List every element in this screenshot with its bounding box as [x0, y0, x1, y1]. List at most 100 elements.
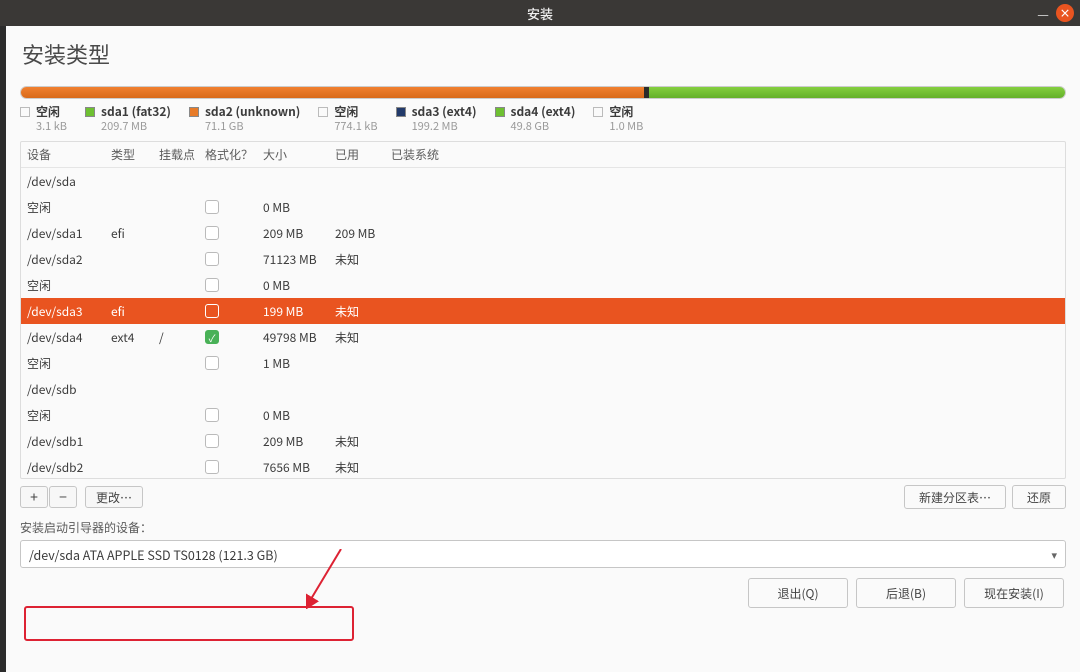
partition-row[interactable]: 空闲0 MB	[21, 402, 1065, 428]
legend-swatch-icon	[593, 107, 603, 117]
cell-device: 空闲	[27, 277, 111, 294]
cell-used: 未知	[335, 433, 391, 450]
legend-label: sda1 (fat32)	[101, 105, 171, 119]
quit-button[interactable]: 退出(Q)	[748, 578, 848, 608]
legend-swatch-icon	[396, 107, 406, 117]
chevron-down-icon: ▾	[1051, 547, 1057, 563]
format-checkbox[interactable]	[205, 434, 219, 448]
partition-toolbar: + − 更改… 新建分区表… 还原	[20, 485, 1066, 509]
cell-format	[205, 278, 263, 292]
legend-item: sda3 (ext4)199.2 MB	[396, 105, 477, 133]
content-area: 安装类型 空闲3.1 kBsda1 (fat32)209.7 MBsda2 (u…	[6, 26, 1080, 672]
col-device[interactable]: 设备	[27, 146, 111, 163]
cell-size: 0 MB	[263, 199, 335, 216]
install-button[interactable]: 现在安装(I)	[964, 578, 1064, 608]
legend-label: sda3 (ext4)	[412, 105, 477, 119]
cell-format: ✓	[205, 330, 263, 344]
legend-label: 空闲	[36, 105, 67, 119]
format-checkbox[interactable]	[205, 460, 219, 474]
change-button[interactable]: 更改…	[85, 486, 143, 508]
cell-device: /dev/sdb	[27, 381, 111, 398]
cell-size: 209 MB	[263, 433, 335, 450]
legend-item: sda4 (ext4)49.8 GB	[495, 105, 576, 133]
titlebar[interactable]: 安装 — ×	[0, 0, 1080, 26]
cell-device: 空闲	[27, 199, 111, 216]
window-title: 安装	[527, 4, 553, 23]
bootloader-label: 安装启动引导器的设备：	[20, 519, 1066, 536]
cell-mount: /	[159, 329, 205, 346]
cell-format	[205, 434, 263, 448]
cell-device: /dev/sda	[27, 173, 111, 190]
partition-row[interactable]: 空闲0 MB	[21, 272, 1065, 298]
legend-swatch-icon	[318, 107, 328, 117]
format-checkbox[interactable]	[205, 408, 219, 422]
cell-device: /dev/sdb1	[27, 433, 111, 450]
cell-size: 7656 MB	[263, 459, 335, 476]
cell-format	[205, 408, 263, 422]
cell-type: efi	[111, 225, 159, 242]
legend-sub: 71.1 GB	[205, 119, 300, 133]
disk-row[interactable]: /dev/sdb	[21, 376, 1065, 402]
partition-row[interactable]: 空闲 1 MB	[21, 350, 1065, 376]
cell-type: ext4	[111, 329, 159, 346]
minimize-button[interactable]: —	[1034, 4, 1052, 22]
remove-partition-button[interactable]: −	[49, 486, 77, 508]
partition-row[interactable]: /dev/sda1efi209 MB209 MB	[21, 220, 1065, 246]
col-format[interactable]: 格式化？	[205, 146, 263, 163]
back-button[interactable]: 后退(B)	[856, 578, 956, 608]
footer-buttons: 退出(Q) 后退(B) 现在安装(I)	[20, 568, 1066, 610]
cell-used: 未知	[335, 251, 391, 268]
new-partition-table-button[interactable]: 新建分区表…	[904, 485, 1006, 509]
cell-device: 空闲	[27, 355, 111, 372]
legend-sub: 209.7 MB	[101, 119, 171, 133]
legend-sub: 774.1 kB	[334, 119, 377, 133]
cell-device: /dev/sda4	[27, 329, 111, 346]
cell-device: 空闲	[27, 407, 111, 424]
cell-type: efi	[111, 303, 159, 320]
legend-swatch-icon	[495, 107, 505, 117]
cell-format	[205, 460, 263, 474]
format-checkbox[interactable]	[205, 200, 219, 214]
format-checkbox[interactable]	[205, 356, 219, 370]
bootloader-combo[interactable]: /dev/sda ATA APPLE SSD TS0128 (121.3 GB)…	[20, 540, 1066, 568]
partition-row[interactable]: /dev/sda4ext4/✓ 49798 MB未知	[21, 324, 1065, 350]
partition-row[interactable]: 空闲 0 MB	[21, 194, 1065, 220]
disk-row[interactable]: /dev/sda	[21, 168, 1065, 194]
partition-table: 设备 类型 挂载点 格式化？ 大小 已用 已装系统 /dev/sda 空闲 0 MB…	[20, 141, 1066, 479]
cell-size: 209 MB	[263, 225, 335, 242]
partition-usage-bar	[20, 86, 1066, 99]
cell-format	[205, 304, 263, 318]
legend-sub: 199.2 MB	[412, 119, 477, 133]
col-type[interactable]: 类型	[111, 146, 159, 163]
legend-swatch-icon	[189, 107, 199, 117]
partition-row[interactable]: /dev/sdb2 7656 MB未知	[21, 454, 1065, 478]
legend-item: sda1 (fat32)209.7 MB	[85, 105, 171, 133]
cell-device: /dev/sdb2	[27, 459, 111, 476]
col-os[interactable]: 已装系统	[391, 146, 1059, 163]
add-partition-button[interactable]: +	[20, 486, 48, 508]
format-checkbox[interactable]	[205, 226, 219, 240]
cell-size: 1 MB	[263, 355, 335, 372]
format-checkbox[interactable]	[205, 304, 219, 318]
col-mount[interactable]: 挂载点	[159, 146, 205, 163]
format-checkbox[interactable]: ✓	[205, 330, 219, 344]
table-body[interactable]: /dev/sda空闲0 MB/dev/sda1efi209 MB209 MB/d…	[21, 168, 1065, 478]
format-checkbox[interactable]	[205, 252, 219, 266]
partition-row[interactable]: /dev/sda271123 MB未知	[21, 246, 1065, 272]
legend-swatch-icon	[20, 107, 30, 117]
partition-row[interactable]: /dev/sda3efi199 MB未知	[21, 298, 1065, 324]
cell-used: 未知	[335, 329, 391, 346]
revert-button[interactable]: 还原	[1012, 485, 1066, 509]
cell-size: 49798 MB	[263, 329, 335, 346]
cell-device: /dev/sda3	[27, 303, 111, 320]
cell-used: 未知	[335, 459, 391, 476]
cell-size: 71123 MB	[263, 251, 335, 268]
cell-format	[205, 356, 263, 370]
cell-format	[205, 200, 263, 214]
close-button[interactable]: ×	[1056, 4, 1074, 22]
col-size[interactable]: 大小	[263, 146, 335, 163]
col-used[interactable]: 已用	[335, 146, 391, 163]
format-checkbox[interactable]	[205, 278, 219, 292]
partition-row[interactable]: /dev/sdb1 209 MB未知	[21, 428, 1065, 454]
legend-item: 空闲774.1 kB	[318, 105, 377, 133]
